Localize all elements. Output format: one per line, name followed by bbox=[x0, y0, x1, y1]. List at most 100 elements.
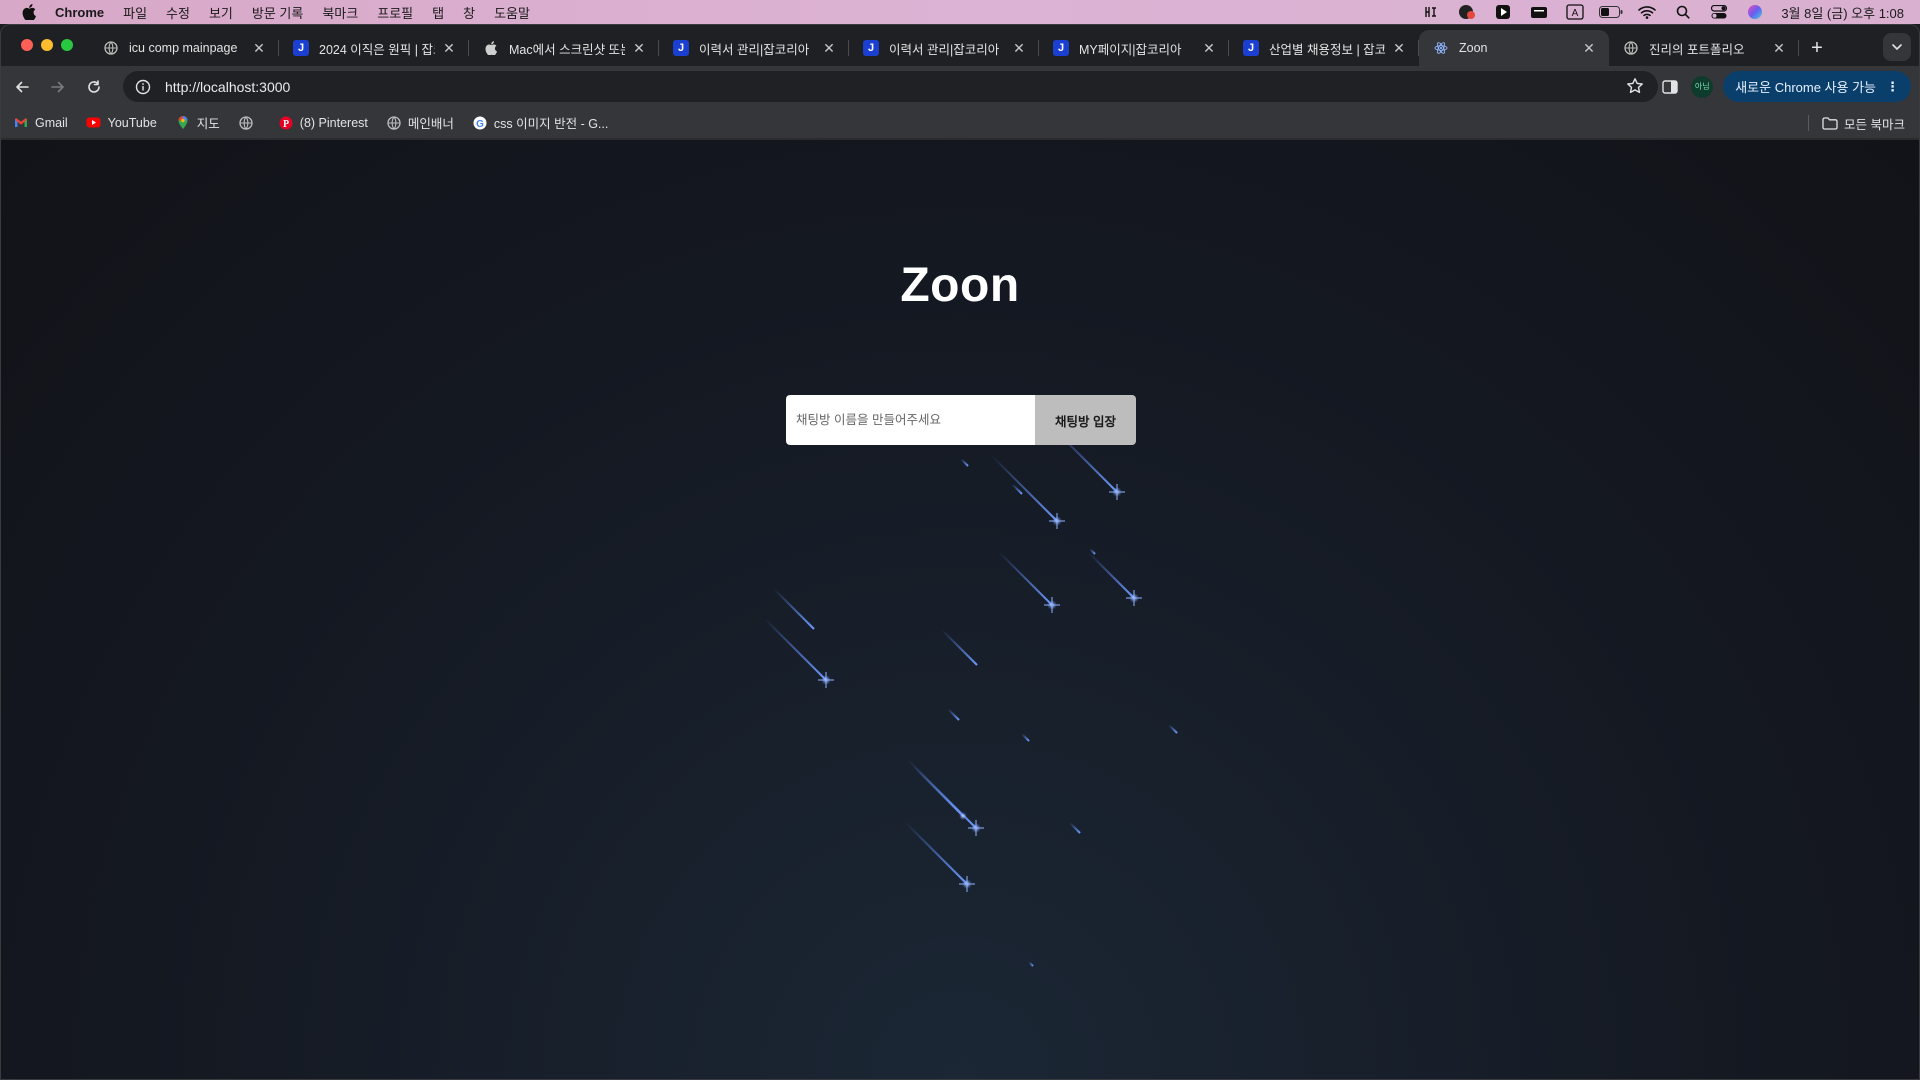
bookmark-label: YouTube bbox=[107, 115, 157, 130]
window-controls bbox=[21, 39, 73, 51]
chevron-down-icon bbox=[1892, 44, 1902, 50]
control-center-icon[interactable] bbox=[1701, 0, 1737, 24]
reload-icon bbox=[88, 79, 100, 93]
url-text[interactable]: http://localhost:3000 bbox=[165, 79, 290, 95]
jobkorea-icon: J bbox=[1053, 40, 1069, 56]
tab-zoon-active[interactable]: Zoon ✕ bbox=[1419, 30, 1609, 66]
bookmark-maps[interactable]: 지도 bbox=[175, 113, 220, 132]
globe-icon bbox=[238, 115, 254, 131]
tab-close-icon[interactable]: ✕ bbox=[1581, 40, 1597, 56]
bookmark-pinterest[interactable]: P (8) Pinterest bbox=[278, 115, 368, 131]
browser-toolbar: http://localhost:3000 아님 새로운 Chrome 사용 가… bbox=[1, 66, 1919, 107]
siri-icon[interactable] bbox=[1737, 0, 1773, 24]
input-method-icon[interactable] bbox=[1413, 0, 1449, 24]
jobkorea-icon: J bbox=[863, 40, 879, 56]
address-bar[interactable]: http://localhost:3000 bbox=[123, 71, 1658, 102]
tabs: icu comp mainpage ✕ J 2024 이직은 원픽 | 잡코리아… bbox=[89, 30, 1835, 66]
chrome-window: icu comp mainpage ✕ J 2024 이직은 원픽 | 잡코리아… bbox=[0, 24, 1920, 1080]
menu-app-name[interactable]: Chrome bbox=[55, 5, 104, 20]
tab-close-icon[interactable]: ✕ bbox=[1391, 40, 1407, 56]
menu-bookmarks[interactable]: 북마크 bbox=[322, 3, 358, 22]
menu-history[interactable]: 방문 기록 bbox=[252, 3, 303, 22]
globe-icon bbox=[103, 40, 119, 56]
bookmark-css-invert[interactable]: G css 이미지 반전 - G... bbox=[472, 113, 608, 132]
shooting-star bbox=[904, 821, 975, 892]
toolbar-right: 아님 새로운 Chrome 사용 가능 ⋮ bbox=[1655, 71, 1911, 102]
tab-close-icon[interactable]: ✕ bbox=[1201, 40, 1217, 56]
minimize-window-button[interactable] bbox=[41, 39, 53, 51]
back-button[interactable] bbox=[7, 72, 37, 102]
tab-jobkorea-main[interactable]: J 2024 이직은 원픽 | 잡코리아 ✕ bbox=[279, 30, 469, 66]
svg-text:G: G bbox=[476, 119, 484, 130]
tab-portfolio[interactable]: 진리의 포트폴리오 ✕ bbox=[1609, 30, 1799, 66]
tab-title: 2024 이직은 원픽 | 잡코리아 bbox=[319, 42, 435, 57]
spotlight-search-icon[interactable] bbox=[1665, 0, 1701, 24]
tab-search-button[interactable] bbox=[1883, 33, 1911, 61]
maximize-window-button[interactable] bbox=[61, 39, 73, 51]
new-tab-button[interactable]: + bbox=[1799, 30, 1835, 66]
tab-industry-jobs[interactable]: J 산업별 채용정보 | 잡코리아 ✕ bbox=[1229, 30, 1419, 66]
menu-edit[interactable]: 수정 bbox=[166, 3, 190, 22]
tab-close-icon[interactable]: ✕ bbox=[441, 40, 457, 56]
tab-my-page[interactable]: J MY페이지|잡코리아 ✕ bbox=[1039, 30, 1229, 66]
bookmark-label: css 이미지 반전 - G... bbox=[493, 117, 609, 131]
all-bookmarks-label: 모든 북마크 bbox=[1844, 117, 1905, 132]
shooting-star bbox=[1089, 548, 1096, 555]
reload-button[interactable] bbox=[79, 72, 109, 102]
globe-icon bbox=[386, 115, 402, 131]
keyboard-input-a-icon[interactable]: A bbox=[1557, 0, 1593, 24]
tab-mac-screenshot[interactable]: Mac에서 스크린샷 또는 ✕ bbox=[469, 30, 659, 66]
bookmark-star-icon[interactable] bbox=[1626, 77, 1644, 98]
shooting-star bbox=[773, 588, 815, 630]
enter-room-button[interactable]: 채팅방 입장 bbox=[1035, 395, 1136, 445]
recording-app-icon[interactable] bbox=[1449, 0, 1485, 24]
tab-icu-comp-mainpage[interactable]: icu comp mainpage ✕ bbox=[89, 30, 279, 66]
all-bookmarks-button[interactable]: 모든 북마크 bbox=[1822, 107, 1905, 139]
shooting-star bbox=[763, 617, 834, 688]
forward-button[interactable] bbox=[43, 72, 73, 102]
menu-profile[interactable]: 프로필 bbox=[377, 3, 413, 22]
apple-menu-icon[interactable] bbox=[19, 4, 39, 20]
shooting-star bbox=[1069, 822, 1081, 834]
join-room-form: 채팅방 입장 bbox=[786, 395, 1136, 445]
shooting-star bbox=[1021, 733, 1030, 742]
shooting-star bbox=[1028, 961, 1034, 967]
tab-resume-manage-1[interactable]: J 이력서 관리|잡코리아 ✕ bbox=[659, 30, 849, 66]
site-info-icon[interactable] bbox=[127, 79, 159, 95]
play-icon[interactable] bbox=[1485, 0, 1521, 24]
bookmark-youtube[interactable]: YouTube bbox=[86, 115, 157, 131]
react-icon bbox=[1433, 40, 1449, 56]
tab-close-icon[interactable]: ✕ bbox=[251, 40, 267, 56]
close-window-button[interactable] bbox=[21, 39, 33, 51]
menu-tab[interactable]: 탭 bbox=[432, 3, 444, 22]
apple-icon bbox=[483, 40, 499, 56]
page-viewport: Zoon 채팅방 입장 bbox=[1, 140, 1919, 1079]
menu-help[interactable]: 도움말 bbox=[494, 3, 530, 22]
side-panel-icon[interactable] bbox=[1655, 72, 1685, 102]
bookmark-main-banner[interactable]: 메인배너 bbox=[386, 113, 454, 132]
shooting-star bbox=[1088, 552, 1142, 606]
shooting-star bbox=[947, 708, 960, 721]
menu-view[interactable]: 보기 bbox=[209, 3, 233, 22]
google-icon: G bbox=[472, 115, 488, 131]
menu-file[interactable]: 파일 bbox=[123, 3, 147, 22]
shooting-star bbox=[998, 551, 1060, 613]
chrome-update-button[interactable]: 새로운 Chrome 사용 가능 ⋮ bbox=[1723, 71, 1911, 102]
menu-window[interactable]: 창 bbox=[463, 3, 475, 22]
battery-icon[interactable] bbox=[1593, 0, 1629, 24]
tab-separator bbox=[1798, 40, 1799, 56]
bookmark-label: 메인배너 bbox=[407, 117, 454, 131]
room-name-input[interactable] bbox=[786, 395, 1035, 445]
tab-close-icon[interactable]: ✕ bbox=[821, 40, 837, 56]
bookmark-gmail[interactable]: Gmail bbox=[13, 115, 68, 131]
menubar-clock[interactable]: 3월 8일 (금) 오후 1:08 bbox=[1781, 3, 1904, 22]
tab-close-icon[interactable]: ✕ bbox=[631, 40, 647, 56]
profile-avatar[interactable]: 아님 bbox=[1691, 75, 1714, 98]
clipboard-app-icon[interactable] bbox=[1521, 0, 1557, 24]
tab-close-icon[interactable]: ✕ bbox=[1011, 40, 1027, 56]
tab-close-icon[interactable]: ✕ bbox=[1771, 40, 1787, 56]
tab-resume-manage-2[interactable]: J 이력서 관리|잡코리아 ✕ bbox=[849, 30, 1039, 66]
bookmark-globe[interactable] bbox=[238, 115, 260, 131]
wifi-icon[interactable] bbox=[1629, 0, 1665, 24]
shooting-star bbox=[960, 458, 969, 467]
